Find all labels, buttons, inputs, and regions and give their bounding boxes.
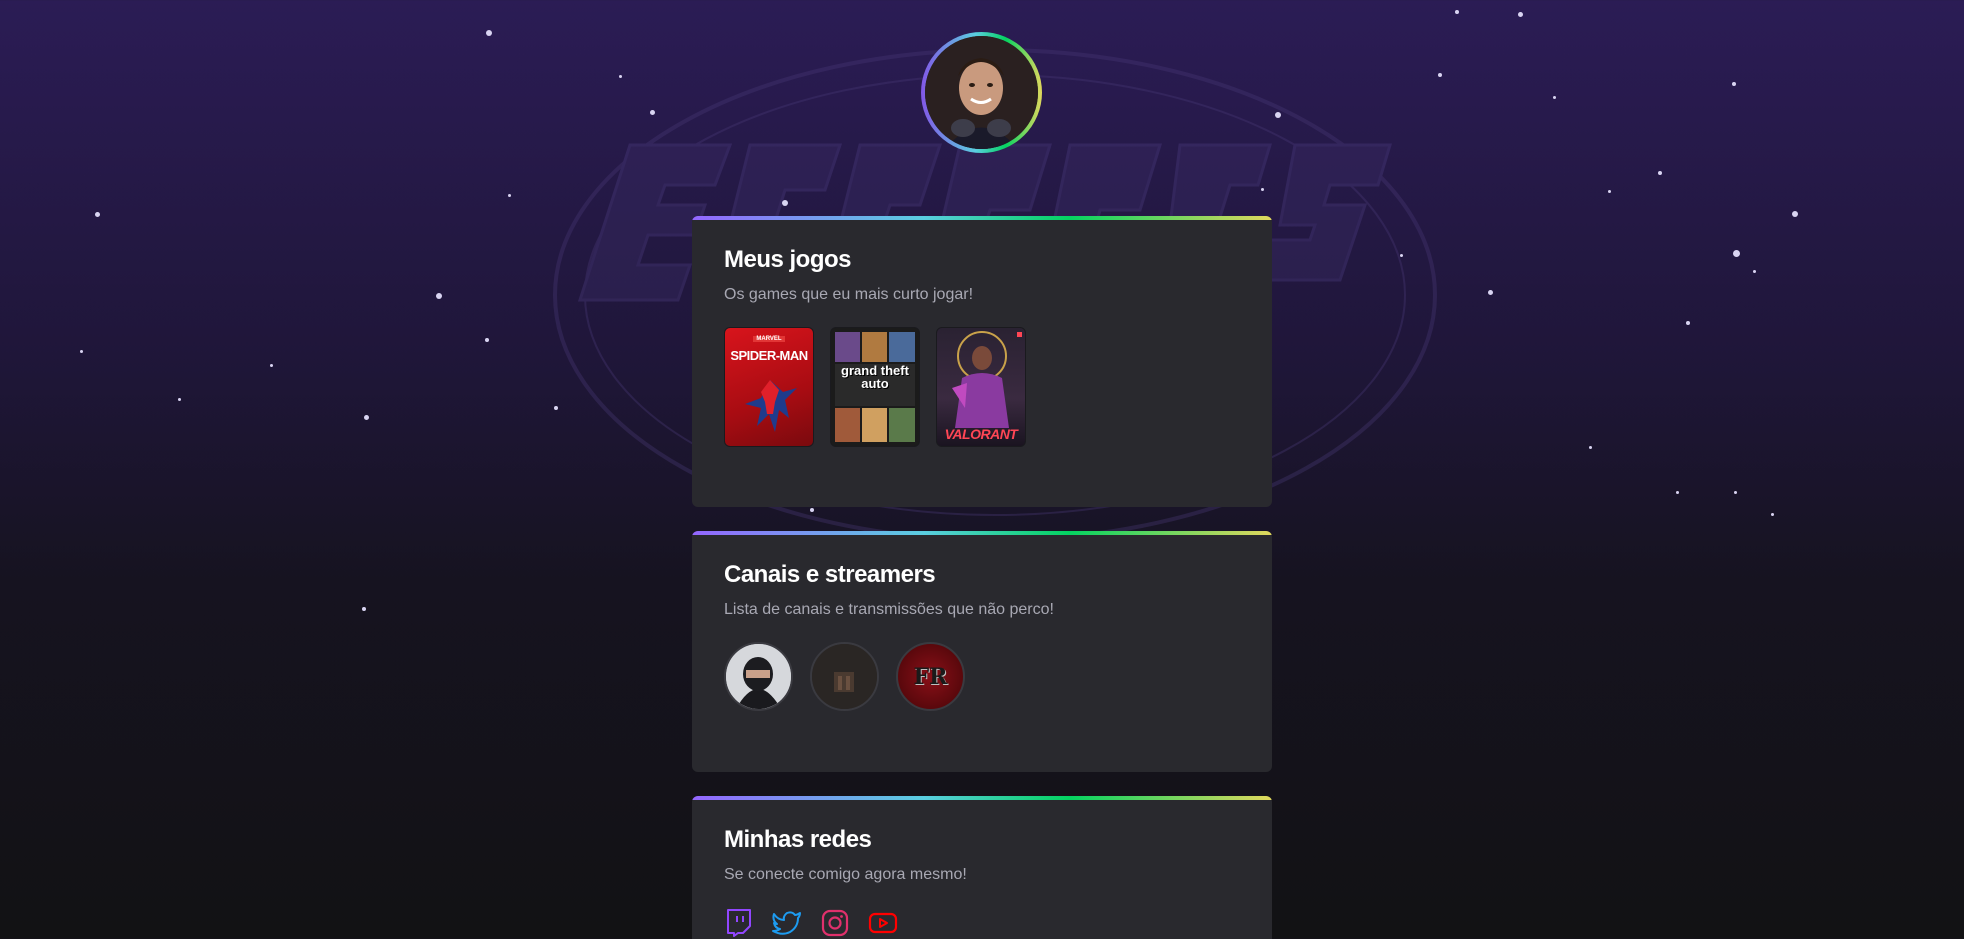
game-title-text: VALORANT [944, 426, 1018, 442]
games-list: MARVEL SPIDER-MAN grand theft auto VALOR… [724, 327, 1240, 447]
social-links [724, 908, 1240, 938]
game-cover-gta-v[interactable]: grand theft auto [830, 327, 920, 447]
game-cover-spider-man[interactable]: MARVEL SPIDER-MAN [724, 327, 814, 447]
socials-card: Minhas redes Se conecte comigo agora mes… [692, 796, 1272, 939]
twitter-link[interactable] [772, 908, 802, 938]
masked-person-avatar [726, 644, 791, 709]
youtube-link[interactable] [868, 908, 898, 938]
channels-card-title: Canais e streamers [724, 561, 936, 588]
instagram-icon [821, 909, 849, 937]
profile-photo [925, 36, 1038, 149]
spider-man-figure [745, 380, 797, 432]
game-title-text: SPIDER-MAN [730, 348, 808, 363]
socials-card-title: Minhas redes [724, 826, 872, 853]
dark-scene-avatar [812, 644, 877, 709]
game-cover-valorant[interactable]: VALORANT [936, 327, 1026, 447]
instagram-link[interactable] [820, 908, 850, 938]
youtube-icon [868, 912, 898, 934]
channel-fr-logo: FR [913, 663, 948, 690]
channel-avatar-1[interactable] [724, 642, 793, 711]
channels-list: FR [724, 642, 1240, 711]
twitter-icon [772, 911, 801, 935]
twitch-link[interactable] [724, 908, 754, 938]
channel-avatar-3[interactable]: FR [896, 642, 965, 711]
channels-card-subtitle: Lista de canais e transmissões que não p… [724, 601, 1054, 618]
game-title-text: grand theft auto [841, 363, 909, 391]
channel-avatar-2[interactable] [810, 642, 879, 711]
twitch-icon [727, 909, 751, 937]
socials-card-subtitle: Se conecte comigo agora mesmo! [724, 866, 967, 883]
game-publisher-tag: MARVEL [753, 336, 785, 342]
games-card-title: Meus jogos [724, 246, 852, 273]
games-card: Meus jogos Os games que eu mais curto jo… [692, 216, 1272, 507]
channels-card: Canais e streamers Lista de canais e tra… [692, 531, 1272, 772]
games-card-subtitle: Os games que eu mais curto jogar! [724, 286, 974, 303]
profile-avatar [921, 32, 1042, 153]
